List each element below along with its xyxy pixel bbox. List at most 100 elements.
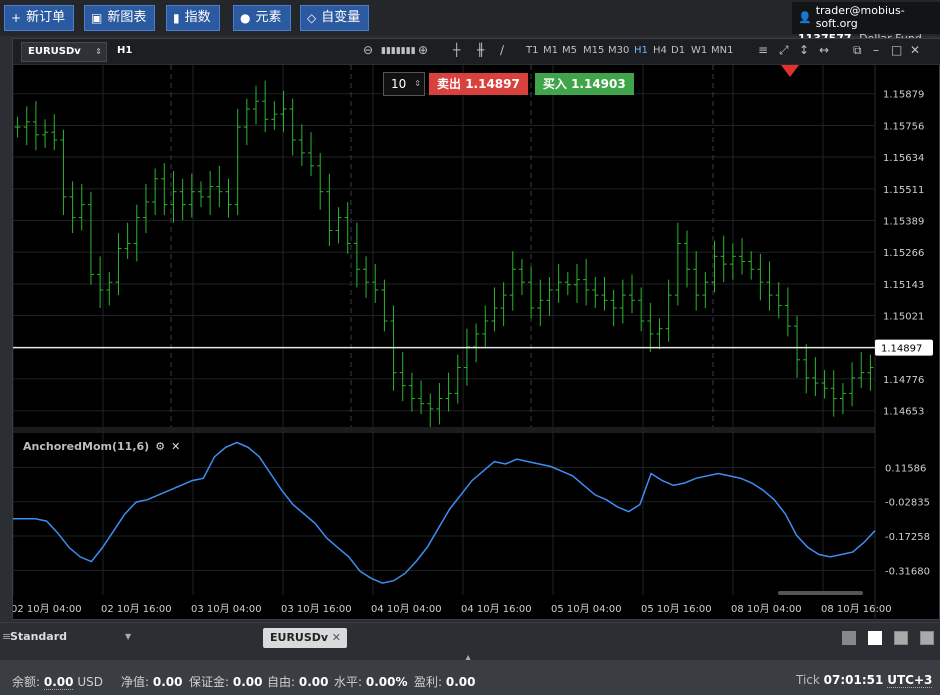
price-tick-label: 1.15634: [883, 153, 924, 164]
timeframe-m30[interactable]: M30: [608, 45, 629, 56]
profit-label: 盈利:: [414, 675, 443, 689]
buy-price: 1.14903: [571, 77, 626, 91]
line-style-icon[interactable]: ∕: [500, 43, 504, 57]
spinner-icon: ⇕: [414, 79, 421, 88]
new-chart-label: 新图表: [107, 10, 147, 25]
indicator-name: AnchoredMom(11,6): [23, 440, 150, 453]
balance-currency: USD: [77, 675, 103, 689]
sell-label: 卖出: [437, 77, 462, 91]
timeframe-w1[interactable]: W1: [691, 45, 707, 56]
sell-price: 1.14897: [465, 77, 520, 91]
indicators-button[interactable]: ▮ 指数: [166, 5, 220, 31]
new-order-button[interactable]: + 新订单: [4, 5, 75, 31]
timeframe-d1[interactable]: D1: [671, 45, 685, 56]
price-tick-label: 1.15143: [883, 280, 924, 291]
time-tick-label: 05 10月 16:00: [641, 603, 712, 615]
buy-button[interactable]: 买入 1.14903: [534, 73, 634, 95]
time-tick-label: 04 10月 16:00: [461, 603, 532, 615]
sort-icon[interactable]: ≡: [758, 43, 768, 57]
indicator-tick-label: -0.17258: [885, 532, 930, 543]
timeframe-h1[interactable]: H1: [634, 45, 648, 56]
popout-icon[interactable]: ⧉: [853, 43, 862, 58]
shapes-icon: ●: [240, 11, 251, 25]
maximize-icon[interactable]: □: [891, 43, 902, 57]
layout-grid-icon[interactable]: [868, 631, 882, 645]
zoom-in-icon[interactable]: ⊕: [418, 43, 428, 57]
chart-tab[interactable]: EURUSDv ✕: [263, 628, 347, 648]
time-tick-label: 05 10月 04:00: [551, 603, 622, 615]
variables-label: 自变量: [321, 10, 361, 25]
zoom-slider[interactable]: ▮▮▮▮▮▮▮: [381, 46, 416, 56]
minimize-icon[interactable]: –: [873, 43, 879, 57]
sell-button[interactable]: 卖出 1.14897: [429, 73, 528, 95]
balance: 余额: 0.00 USD: [12, 673, 103, 690]
quick-order-widget: 10 ⇕ 卖出 1.14897 买入 1.14903: [383, 72, 634, 96]
close-icon[interactable]: ✕: [910, 43, 920, 57]
expand-diagonal-icon[interactable]: ⤢: [779, 43, 789, 58]
time-tick-label: 02 10月 04:00: [13, 603, 82, 615]
timeframe-m5[interactable]: M5: [562, 45, 577, 56]
timeframe-mn1[interactable]: MN1: [711, 45, 733, 56]
chart-window-icon: ▣: [91, 11, 103, 25]
bar-chart-icon: ▮: [173, 11, 180, 25]
timeframe-m15[interactable]: M15: [583, 45, 604, 56]
time-tick-label: 03 10月 04:00: [191, 603, 262, 615]
tick-label: Tick: [796, 673, 820, 687]
timezone-select[interactable]: UTC+3: [887, 673, 933, 688]
price-tick-label: 1.14653: [883, 407, 924, 418]
timeframe-t1[interactable]: T1: [526, 45, 538, 56]
indicator-tick-label: -0.31680: [885, 566, 930, 577]
account-info[interactable]: 👤 trader@mobius-soft.org 1137577 Dollar …: [792, 2, 940, 45]
current-price-label: 1.14897: [881, 344, 922, 355]
indicator-header: AnchoredMom(11,6) ⚙ ✕: [23, 440, 180, 453]
variables-button[interactable]: ◇ 自变量: [300, 5, 370, 31]
margin-value: 0.00: [232, 675, 263, 689]
time-value: 07:01:51: [823, 673, 884, 687]
layout-columns-icon[interactable]: [894, 631, 908, 645]
elements-button[interactable]: ● 元素: [233, 5, 291, 31]
margin: 保证金: 0.00: [189, 673, 262, 690]
user-icon: 👤: [798, 10, 812, 24]
alert-marker: [781, 65, 799, 77]
symbol-select[interactable]: EURUSDv ⇕: [21, 42, 107, 62]
expand-horizontal-icon[interactable]: ↔: [819, 43, 829, 57]
diamond-icon: ◇: [307, 11, 317, 25]
current-timeframe: H1: [117, 45, 133, 56]
candle-style-icon[interactable]: ╫: [477, 43, 484, 57]
free-margin: 自由: 0.00: [267, 673, 328, 690]
symbol-value: EURUSDv: [28, 46, 81, 57]
new-order-label: 新订单: [26, 10, 66, 25]
chevron-down-icon[interactable]: ▼: [125, 632, 131, 641]
chart-tab-label: EURUSDv: [270, 631, 329, 644]
time-tick-label: 08 10月 16:00: [821, 603, 892, 615]
gear-icon[interactable]: ⚙: [155, 440, 165, 453]
account-user: trader@mobius-soft.org: [815, 4, 905, 30]
chart-plot[interactable]: 1.15879 1.15756 1.15634 1.15511 1.15389 1.152…: [13, 65, 940, 620]
balance-label: 余额:: [12, 675, 41, 689]
plus-icon: +: [11, 11, 22, 25]
timeframe-m1[interactable]: M1: [543, 45, 558, 56]
lot-size-input[interactable]: 10 ⇕: [383, 72, 425, 96]
new-chart-button[interactable]: ▣ 新图表: [84, 5, 156, 31]
free-value: 0.00: [298, 675, 329, 689]
close-indicator-icon[interactable]: ✕: [171, 440, 180, 453]
time-tick-label: 02 10月 16:00: [101, 603, 172, 615]
chevron-updown-icon: ⇕: [95, 47, 102, 56]
indicators-label: 指数: [184, 10, 211, 25]
indicator-tick-label: -0.02835: [885, 498, 930, 509]
bar-style-icon[interactable]: ┼: [453, 43, 460, 57]
expand-vertical-icon[interactable]: ↕: [799, 43, 809, 57]
indicator-line: [13, 441, 876, 584]
layout-rows-icon[interactable]: [920, 631, 934, 645]
equity-label: 净值:: [121, 675, 150, 689]
level-label: 水平:: [334, 675, 363, 689]
timeframe-h4[interactable]: H4: [653, 45, 667, 56]
zoom-out-icon[interactable]: ⊖: [363, 43, 373, 57]
level-value: 0.00%: [365, 675, 408, 689]
layout-single-icon[interactable]: [842, 631, 856, 645]
layout-select[interactable]: Standard: [10, 630, 67, 643]
close-tab-icon[interactable]: ✕: [332, 628, 341, 648]
chart-toolbar: EURUSDv ⇕ H1 ⊖ ▮▮▮▮▮▮▮ ⊕ ┼ ╫ ∕ T1 M1 M5 M15…: [13, 39, 940, 65]
price-tick-label: 1.14776: [883, 375, 924, 386]
buy-label: 买入: [542, 77, 567, 91]
